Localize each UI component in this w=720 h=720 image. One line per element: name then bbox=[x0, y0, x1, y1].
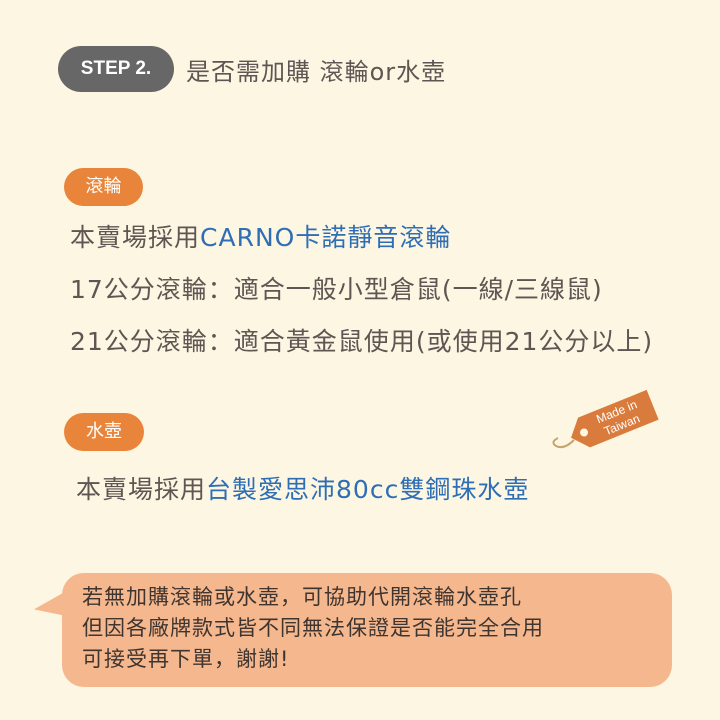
wheel-tag: 滾輪 bbox=[64, 168, 143, 206]
wheel-brand-line: 本賣場採用CARNO卡諾靜音滾輪 bbox=[70, 218, 451, 254]
bottle-brand-highlight: 台製愛思沛80cc雙鋼珠水壺 bbox=[206, 475, 530, 504]
wheel-17cm-line: 17公分滾輪：適合一般小型倉鼠(一線/三線鼠) bbox=[70, 275, 603, 304]
wheel-21cm-line: 21公分滾輪：適合黃金鼠使用(或使用21公分以上) bbox=[70, 327, 654, 356]
bottle-tag: 水壺 bbox=[64, 413, 144, 451]
bottle-brand-prefix: 本賣場採用 bbox=[76, 475, 207, 504]
note-line-1: 若無加購滾輪或水壺，可協助代開滾輪水壺孔 bbox=[82, 585, 522, 609]
note-text: 若無加購滾輪或水壺，可協助代開滾輪水壺孔 但因各廠牌款式皆不同無法保證是否能完全… bbox=[82, 582, 544, 675]
note-line-3: 可接受再下單，謝謝! bbox=[82, 647, 290, 671]
bottle-brand-line: 本賣場採用台製愛思沛80cc雙鋼珠水壺 bbox=[76, 470, 529, 506]
note-line-2: 但因各廠牌款式皆不同無法保證是否能完全合用 bbox=[82, 616, 544, 640]
step-badge: STEP 2. bbox=[58, 46, 174, 92]
wheel-brand-prefix: 本賣場採用 bbox=[70, 223, 201, 252]
made-in-taiwan-tag-icon: Made in Taiwan bbox=[552, 389, 659, 449]
wheel-brand-highlight: CARNO卡諾靜音滾輪 bbox=[200, 223, 452, 252]
step-title: 是否需加購 滾輪or水壺 bbox=[186, 58, 447, 86]
